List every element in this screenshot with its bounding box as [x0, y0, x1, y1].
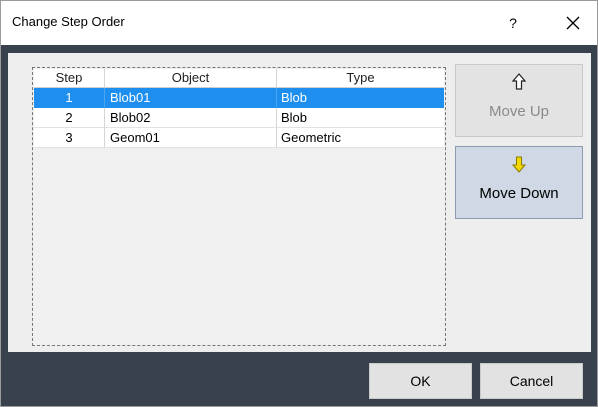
table-row[interactable]: 3 Geom01 Geometric — [34, 128, 444, 148]
step-cell: 3 — [34, 128, 105, 148]
help-button[interactable]: ? — [498, 9, 528, 37]
type-cell: Blob — [277, 88, 444, 108]
move-up-label: Move Up — [488, 103, 550, 120]
arrow-up-outline-icon — [511, 73, 527, 90]
column-header-step[interactable]: Step — [34, 69, 105, 87]
cancel-button[interactable]: Cancel — [480, 363, 583, 399]
object-cell: Blob02 — [105, 108, 277, 128]
grid-header: Step Object Type — [34, 69, 444, 88]
arrow-down-yellow-icon — [511, 156, 527, 173]
column-header-type[interactable]: Type — [277, 69, 444, 87]
change-step-order-dialog: Change Step Order ? Step Object Type 1 B… — [0, 0, 598, 407]
step-cell: 2 — [34, 108, 105, 128]
type-cell: Geometric — [277, 128, 444, 148]
type-cell: Blob — [277, 108, 444, 128]
close-icon — [566, 16, 580, 30]
table-row[interactable]: 1 Blob01 Blob — [34, 88, 444, 108]
object-cell: Blob01 — [105, 88, 277, 108]
content-panel: Step Object Type 1 Blob01 Blob 2 Blob02 … — [8, 53, 591, 352]
step-grid[interactable]: Step Object Type 1 Blob01 Blob 2 Blob02 … — [32, 67, 446, 346]
column-header-object[interactable]: Object — [105, 69, 277, 87]
title-bar: Change Step Order ? — [1, 1, 597, 45]
move-down-label: Move Down — [479, 185, 559, 202]
move-up-button[interactable]: Move Up — [455, 64, 583, 137]
object-cell: Geom01 — [105, 128, 277, 148]
dialog-title: Change Step Order — [12, 14, 125, 29]
close-button[interactable] — [558, 9, 588, 37]
table-row[interactable]: 2 Blob02 Blob — [34, 108, 444, 128]
move-down-button[interactable]: Move Down — [455, 146, 583, 219]
step-cell: 1 — [34, 88, 105, 108]
ok-button[interactable]: OK — [369, 363, 472, 399]
